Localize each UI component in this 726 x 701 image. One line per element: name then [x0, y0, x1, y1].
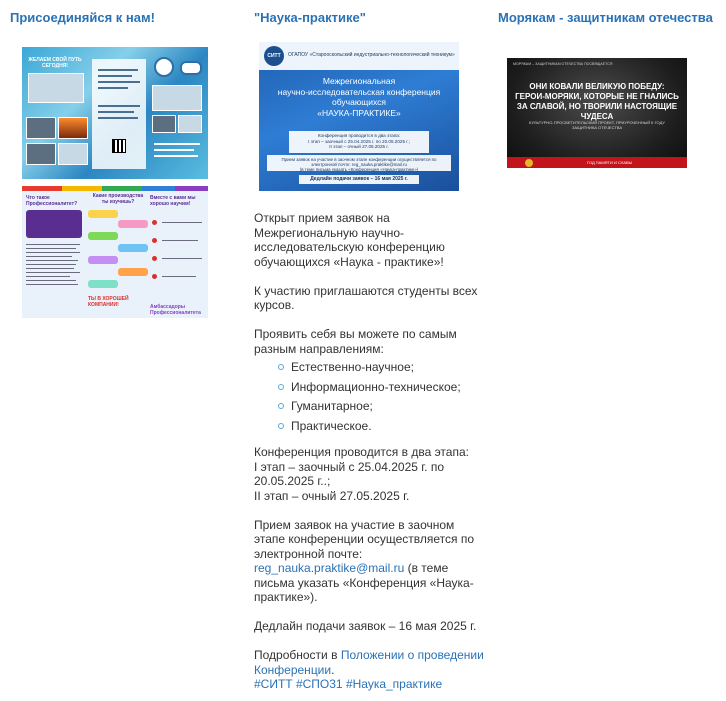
career-brochure-image[interactable]: Что такое Профессионалитет? Какие произв…: [22, 186, 208, 318]
poster-organization: ОГАПОУ «Старооскольский индустриально-те…: [288, 52, 455, 58]
brochure-photo-lab: [58, 143, 88, 165]
brochure-heading-what: Что такое Профессионалитет?: [26, 195, 78, 207]
article-stages: Конференция проводится в два этапа: I эт…: [254, 445, 469, 503]
article-details: Подробности в Положении о проведении Кон…: [254, 648, 484, 691]
list-item: Естественно-научное;: [278, 360, 486, 375]
column-navy-defenders: Морякам - защитникам отечества МОРЯКАМ –…: [496, 0, 726, 701]
map-pin-icon: [152, 256, 157, 261]
nauka-praktike-title-link[interactable]: "Наука-практике": [254, 10, 366, 26]
star-emblem-icon: [525, 159, 533, 167]
poster-applications: Прием заявок на участие в заочном этапе …: [267, 155, 451, 172]
brochure-photo-city: [26, 117, 56, 139]
map-pin-icon: [152, 220, 157, 225]
hashtags-link[interactable]: #СИТТ #СПО31 #Наука_практике: [254, 677, 442, 691]
article-invited: К участию приглашаются студенты всех кур…: [254, 283, 478, 313]
conference-poster-image[interactable]: СИТТ ОГАПОУ «Старооскольский индустриаль…: [259, 42, 459, 191]
brochure-photo-machine: [152, 115, 176, 133]
poster-stages: Конференция проводится в два этапа: I эт…: [289, 131, 429, 153]
poster-banner-text: ГОД ПАМЯТИ И СЛАВЫ: [587, 160, 633, 165]
navy-heroes-poster-image[interactable]: МОРЯКАМ – ЗАЩИТНИКАМ ОТЕЧЕСТВА ПОСВЯЩАЕТ…: [507, 58, 687, 168]
brochure-heading-together: Вместе с вами мы хорошо научим!: [150, 195, 196, 207]
conference-article: Открыт прием заявок на Межрегиональную н…: [254, 211, 486, 692]
article-intro: Открыт прием заявок на Межрегиональную н…: [254, 211, 445, 269]
list-item: Информационно-техническое;: [278, 380, 486, 395]
brochure-heading-production: Какие производства ты изучишь?: [92, 193, 144, 205]
brochure-info-block: [26, 210, 82, 238]
brochure-caption: ЖЕЛАЕМ СВОЙ ПУТЬ СЕГОДНЯ!: [28, 57, 82, 69]
column-join-us: Присоединяйся к нам! ЖЕЛАЕМ СВОЙ ПУТЬ СЕ…: [0, 0, 230, 701]
article-directions-intro: Проявить себя вы можете по самым разным …: [254, 327, 457, 356]
email-link[interactable]: reg_nauka.praktike@mail.ru: [254, 561, 404, 575]
navy-defenders-title-link[interactable]: Морякам - защитникам отечества: [498, 10, 713, 26]
poster-subtitle: КУЛЬТУРНО-ПРОСВЕТИТЕЛЬСКИЙ ПРОЕКТ, ПРИУР…: [529, 120, 665, 130]
list-item: Практическое.: [278, 419, 486, 434]
join-us-brochure-image[interactable]: ЖЕЛАЕМ СВОЙ ПУТЬ СЕГОДНЯ!: [22, 47, 208, 179]
brochure-photo-students: [152, 85, 202, 111]
brochure-ambassadors: Амбассадоры Профессионалитета: [150, 304, 201, 316]
brochure-photo-furnace: [58, 117, 88, 139]
map-pin-icon: [152, 274, 157, 279]
brochure-slogan: ТЫ В ХОРОШЕЙ КОМПАНИИ!: [88, 296, 129, 308]
poster-title: Межрегиональная научно-исследовательская…: [277, 76, 441, 118]
poster-headline: ОНИ КОВАЛИ ВЕЛИКУЮ ПОБЕДУ: ГЕРОИ-МОРЯКИ,…: [515, 82, 679, 121]
article-applications: Прием заявок на участие в заочном этапе …: [254, 517, 475, 605]
poster-dedication: МОРЯКАМ – ЗАЩИТНИКАМ ОТЕЧЕСТВА ПОСВЯЩАЕТ…: [513, 62, 613, 66]
college-logo-icon: СИТТ: [264, 46, 284, 66]
brochure-photo-group: [28, 73, 84, 103]
article-deadline: Дедлайн подачи заявок – 16 мая 2025 г.: [254, 619, 477, 633]
map-pin-icon: [152, 238, 157, 243]
brochure-text-panel: [92, 59, 146, 169]
qr-code-icon: [112, 139, 126, 153]
college-logo-icon: [154, 57, 174, 77]
poster-deadline: Дедлайн подачи заявок – 16 мая 2025 г.: [299, 175, 419, 184]
list-item: Гуманитарное;: [278, 399, 486, 414]
brochure-photo-building: [178, 115, 202, 133]
column-nauka-praktike: "Наука-практике" СИТТ ОГАПОУ «Старооскол…: [254, 0, 486, 701]
poster-header: СИТТ ОГАПОУ «Старооскольский индустриаль…: [259, 42, 459, 70]
join-us-title-link[interactable]: Присоединяйся к нам!: [10, 10, 155, 26]
partner-logo-icon: [180, 61, 202, 75]
directions-list: Естественно-научное; Информационно-техни…: [278, 360, 486, 433]
brochure-photo-workshop: [26, 143, 56, 165]
